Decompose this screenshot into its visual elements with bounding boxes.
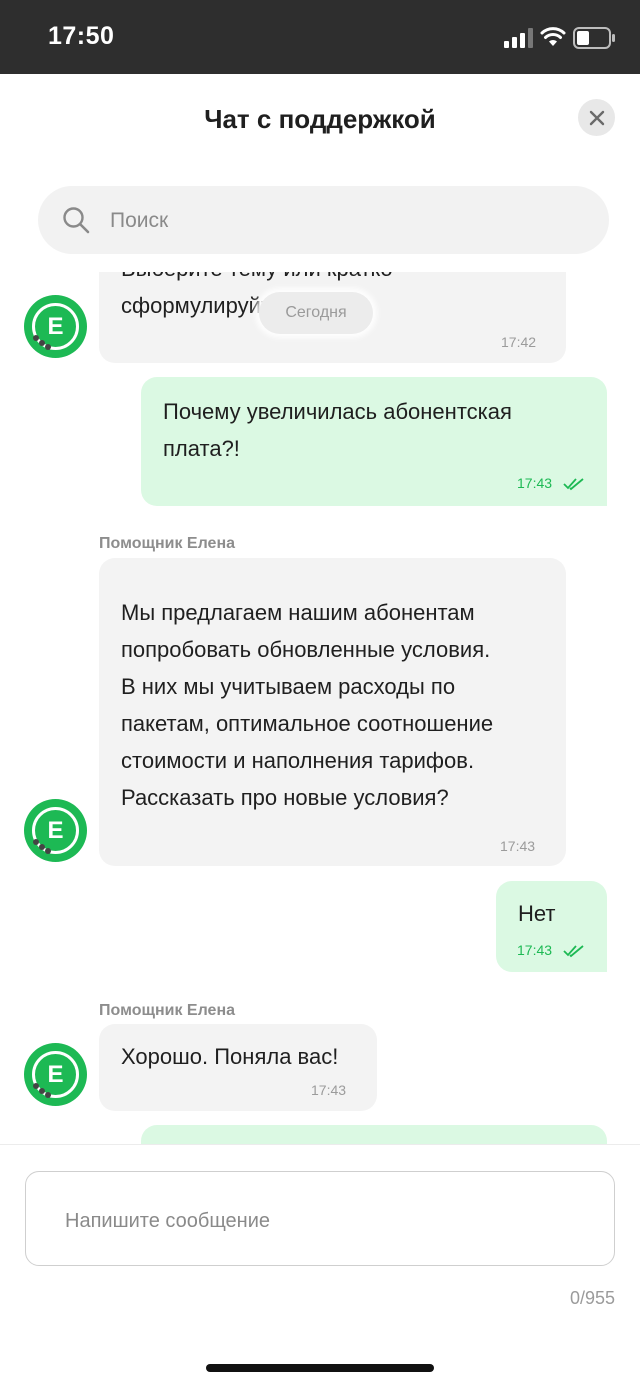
message-line: Хорошо. Поняла вас! [121, 1044, 339, 1069]
message-line: В них мы учитываем расходы по [121, 674, 456, 699]
home-indicator[interactable] [206, 1364, 434, 1372]
message-line: попробовать обновленные условия. [121, 637, 491, 662]
page-title: Чат с поддержкой [204, 104, 436, 134]
sender-name: Помощник Елена [99, 1002, 235, 1019]
message-time: 17:42 [501, 334, 537, 350]
message-line: Почему увеличилась абонентская [163, 399, 512, 424]
chat-header: Чат с поддержкой [0, 74, 640, 170]
close-button[interactable] [578, 99, 615, 136]
search-placeholder: Поиск [110, 209, 169, 232]
message-bubble-outgoing-partial [141, 1125, 607, 1144]
sender-name: Помощник Елена [99, 535, 235, 552]
message-list[interactable]: Выберите тему или кратко сформулируйте в… [0, 272, 640, 1144]
status-bar: 17:50 [0, 0, 640, 74]
message-time: 17:43 [517, 475, 553, 491]
message-input[interactable]: Напишите сообщение [25, 1171, 615, 1266]
date-separator: Сегодня [259, 292, 373, 334]
wifi-icon [540, 27, 566, 46]
assistant-avatar: Е [24, 295, 87, 358]
character-counter: 0/955 [569, 1288, 615, 1308]
message-line: Нет [518, 901, 556, 926]
message-line: Рассказать про новые условия? [121, 785, 449, 810]
message-bubble-incoming: Мы предлагаем нашим абонентам попробоват… [99, 558, 566, 866]
search-input[interactable]: Поиск [38, 186, 609, 254]
composer-divider [0, 1144, 640, 1145]
message-time: 17:43 [311, 1082, 347, 1098]
cellular-signal-icon [504, 28, 533, 48]
avatar-dots-icon [33, 335, 51, 350]
message-time: 17:43 [517, 942, 553, 958]
avatar-dots-icon [33, 839, 51, 854]
message-time: 17:43 [500, 838, 536, 854]
assistant-avatar: Е [24, 799, 87, 862]
avatar-dots-icon [33, 1083, 51, 1098]
message-line: плата?! [163, 436, 240, 461]
message-input-placeholder: Напишите сообщение [65, 1210, 271, 1232]
battery-icon [573, 27, 615, 49]
message-bubble-incoming: Хорошо. Поняла вас! 17:43 [99, 1024, 377, 1111]
search-icon [63, 207, 90, 234]
status-time: 17:50 [48, 22, 115, 50]
message-bubble-outgoing: Почему увеличилась абонентская плата?! 1… [141, 377, 607, 506]
close-icon [589, 110, 604, 125]
message-line: Выберите тему или кратко [121, 272, 393, 287]
read-checkmarks-icon [563, 478, 584, 491]
message-line: пакетам, оптимальное соотношение [121, 711, 494, 736]
message-line: стоимости и наполнения тарифов. [121, 748, 475, 773]
assistant-avatar: Е [24, 1043, 87, 1106]
message-bubble-outgoing: Нет 17:43 [496, 881, 607, 972]
message-line: Мы предлагаем нашим абонентам [121, 600, 475, 625]
read-checkmarks-icon [563, 945, 584, 958]
